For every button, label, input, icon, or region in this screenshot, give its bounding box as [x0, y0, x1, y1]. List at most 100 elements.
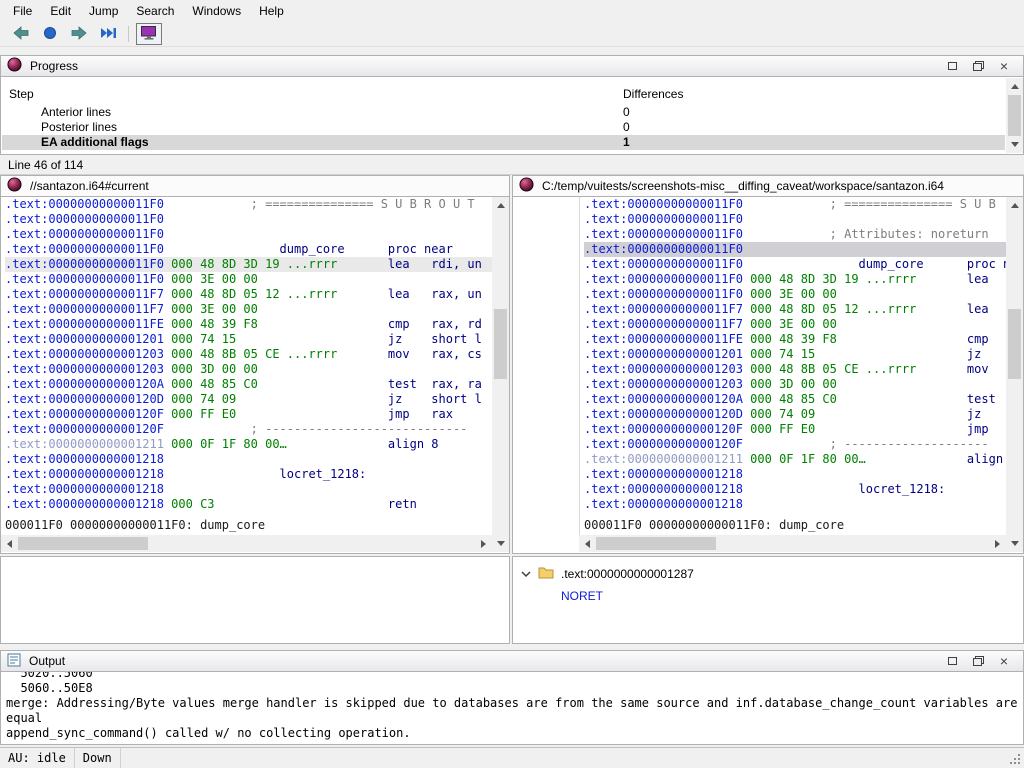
asm-line[interactable]: .text:000000000000120A 000 48 85 C0 test: [584, 392, 1006, 407]
right-disassembly[interactable]: .text:00000000000011F0 ; ===============…: [579, 197, 1006, 515]
scrollbar-thumb[interactable]: [1008, 95, 1021, 136]
close-icon: ×: [1000, 654, 1008, 668]
minimize-button[interactable]: [939, 57, 965, 75]
progress-scrollbar[interactable]: [1006, 78, 1023, 153]
navigate-back-button[interactable]: [8, 23, 34, 45]
asm-line[interactable]: .text:00000000000011F0 000 48 8D 3D 19 .…: [5, 257, 492, 272]
panel-title: Progress: [30, 59, 78, 73]
scroll-right-button[interactable]: [475, 535, 492, 552]
asm-line[interactable]: .text:000000000000120F ; ---------------…: [584, 437, 1006, 452]
right-vscrollbar[interactable]: [1006, 197, 1023, 552]
tree-child-label: NORET: [561, 589, 603, 603]
asm-line[interactable]: .text:0000000000001218: [584, 467, 1006, 482]
scrollbar-thumb[interactable]: [494, 309, 507, 379]
asm-line[interactable]: .text:00000000000011F7 000 3E 00 00: [584, 317, 1006, 332]
asm-line[interactable]: .text:00000000000011F0 dump_core proc ne: [584, 257, 1006, 272]
menu-item-help[interactable]: Help: [250, 1, 293, 21]
column-header-step[interactable]: Step: [9, 87, 34, 101]
asm-line[interactable]: .text:00000000000011F0 000 48 8D 3D 19 .…: [584, 272, 1006, 287]
float-button[interactable]: [965, 652, 991, 670]
scroll-up-button[interactable]: [492, 197, 509, 214]
progress-row-value: 0: [623, 120, 630, 134]
asm-line[interactable]: .text:0000000000001211 000 0F 1F 80 00… …: [584, 452, 1006, 467]
asm-line[interactable]: .text:0000000000001218: [5, 482, 492, 497]
tree-child[interactable]: NORET: [513, 582, 1023, 603]
asm-line[interactable]: .text:00000000000011F0: [584, 212, 1006, 227]
asm-line[interactable]: .text:0000000000001201 000 74 15 jz: [584, 347, 1006, 362]
continue-button[interactable]: [95, 23, 121, 45]
column-header-differences[interactable]: Differences: [623, 87, 683, 101]
right-pane-path: C:/temp/vuitests/screenshots-misc__diffi…: [542, 179, 944, 193]
left-vscrollbar[interactable]: [492, 197, 509, 552]
asm-line[interactable]: .text:000000000000120D 000 74 09 jz shor…: [5, 392, 492, 407]
asm-line[interactable]: .text:00000000000011F7 000 48 8D 05 12 .…: [5, 287, 492, 302]
scroll-down-button[interactable]: [1006, 136, 1023, 153]
asm-line[interactable]: .text:00000000000011FE 000 48 39 F8 cmp …: [5, 317, 492, 332]
asm-line[interactable]: .text:0000000000001203 000 3D 00 00: [5, 362, 492, 377]
scroll-right-button[interactable]: [989, 535, 1006, 552]
minimize-button[interactable]: [939, 652, 965, 670]
scroll-up-button[interactable]: [1006, 78, 1023, 95]
chevron-down-icon[interactable]: [521, 567, 531, 581]
asm-line[interactable]: .text:00000000000011F0: [5, 212, 492, 227]
asm-line[interactable]: .text:00000000000011FE 000 48 39 F8 cmp: [584, 332, 1006, 347]
asm-line[interactable]: .text:0000000000001201 000 74 15 jz shor…: [5, 332, 492, 347]
scrollbar-thumb[interactable]: [1008, 309, 1021, 379]
left-hscrollbar[interactable]: [1, 535, 492, 552]
right-hscrollbar[interactable]: [579, 535, 1006, 552]
asm-line[interactable]: .text:0000000000001218: [584, 497, 1006, 512]
right-diff-pane: C:/temp/vuitests/screenshots-misc__diffi…: [512, 175, 1024, 554]
navigate-forward-button[interactable]: [66, 23, 92, 45]
left-disassembly[interactable]: .text:00000000000011F0 ; ===============…: [1, 197, 492, 515]
resize-grip[interactable]: [1010, 754, 1021, 765]
asm-line[interactable]: .text:0000000000001203 000 48 8B 05 CE .…: [584, 362, 1006, 377]
asm-line[interactable]: .text:0000000000001218 000 C3 retn: [5, 497, 492, 512]
asm-line[interactable]: .text:00000000000011F0 ; ===============…: [5, 197, 492, 212]
asm-line[interactable]: .text:000000000000120F 000 FF E0 jmp: [584, 422, 1006, 437]
asm-line[interactable]: .text:0000000000001218 locret_1218:: [584, 482, 1006, 497]
asm-line[interactable]: .text:000000000000120D 000 74 09 jz: [584, 407, 1006, 422]
menu-item-edit[interactable]: Edit: [41, 1, 80, 21]
line-indicator-bar: Line 46 of 114: [0, 155, 1024, 175]
scrollbar-thumb[interactable]: [18, 537, 148, 550]
close-button[interactable]: ×: [991, 57, 1017, 75]
asm-line[interactable]: .text:000000000000120F 000 FF E0 jmp rax: [5, 407, 492, 422]
scroll-down-button[interactable]: [1006, 535, 1023, 552]
menu-item-search[interactable]: Search: [127, 1, 183, 21]
screen-toggle-button[interactable]: [136, 23, 162, 45]
scroll-left-button[interactable]: [1, 535, 18, 552]
progress-row[interactable]: EA additional flags1: [2, 135, 1005, 150]
asm-line[interactable]: .text:000000000000120F ; ---------------…: [5, 422, 492, 437]
asm-line[interactable]: .text:00000000000011F0 dump_core proc ne…: [5, 242, 492, 257]
menu-item-windows[interactable]: Windows: [183, 1, 250, 21]
progress-row[interactable]: Anterior lines0: [2, 105, 1005, 120]
scroll-left-button[interactable]: [579, 535, 596, 552]
pause-button[interactable]: [37, 23, 63, 45]
scroll-down-button[interactable]: [492, 535, 509, 552]
asm-line[interactable]: .text:0000000000001203 000 48 8B 05 CE .…: [5, 347, 492, 362]
asm-line[interactable]: .text:00000000000011F0 000 3E 00 00: [5, 272, 492, 287]
menu-item-jump[interactable]: Jump: [80, 1, 127, 21]
asm-line[interactable]: .text:00000000000011F7 000 3E 00 00: [5, 302, 492, 317]
close-icon: ×: [1000, 59, 1008, 73]
left-pane-body: .text:00000000000011F0 ; ===============…: [0, 197, 510, 554]
tree-node[interactable]: .text:0000000000001287: [513, 557, 1023, 582]
asm-line[interactable]: .text:00000000000011F0 ; ===============…: [584, 197, 1006, 212]
asm-line[interactable]: .text:0000000000001218 locret_1218:: [5, 467, 492, 482]
progress-row[interactable]: Posterior lines0: [2, 120, 1005, 135]
float-button[interactable]: [965, 57, 991, 75]
scroll-up-button[interactable]: [1006, 197, 1023, 214]
asm-line[interactable]: .text:00000000000011F0 ; Attributes: nor…: [584, 227, 1006, 242]
asm-line[interactable]: .text:00000000000011F0: [5, 227, 492, 242]
close-button[interactable]: ×: [991, 652, 1017, 670]
asm-line[interactable]: .text:000000000000120A 000 48 85 C0 test…: [5, 377, 492, 392]
asm-line[interactable]: .text:0000000000001218: [5, 452, 492, 467]
output-body[interactable]: 5020..5060 5060..50E8merge: Addressing/B…: [0, 672, 1024, 745]
asm-line[interactable]: .text:00000000000011F0: [584, 242, 1006, 257]
scrollbar-thumb[interactable]: [596, 537, 716, 550]
asm-line[interactable]: .text:00000000000011F0 000 3E 00 00: [584, 287, 1006, 302]
asm-line[interactable]: .text:0000000000001211 000 0F 1F 80 00… …: [5, 437, 492, 452]
asm-line[interactable]: .text:0000000000001203 000 3D 00 00: [584, 377, 1006, 392]
menu-item-file[interactable]: File: [4, 1, 41, 21]
asm-line[interactable]: .text:00000000000011F7 000 48 8D 05 12 .…: [584, 302, 1006, 317]
